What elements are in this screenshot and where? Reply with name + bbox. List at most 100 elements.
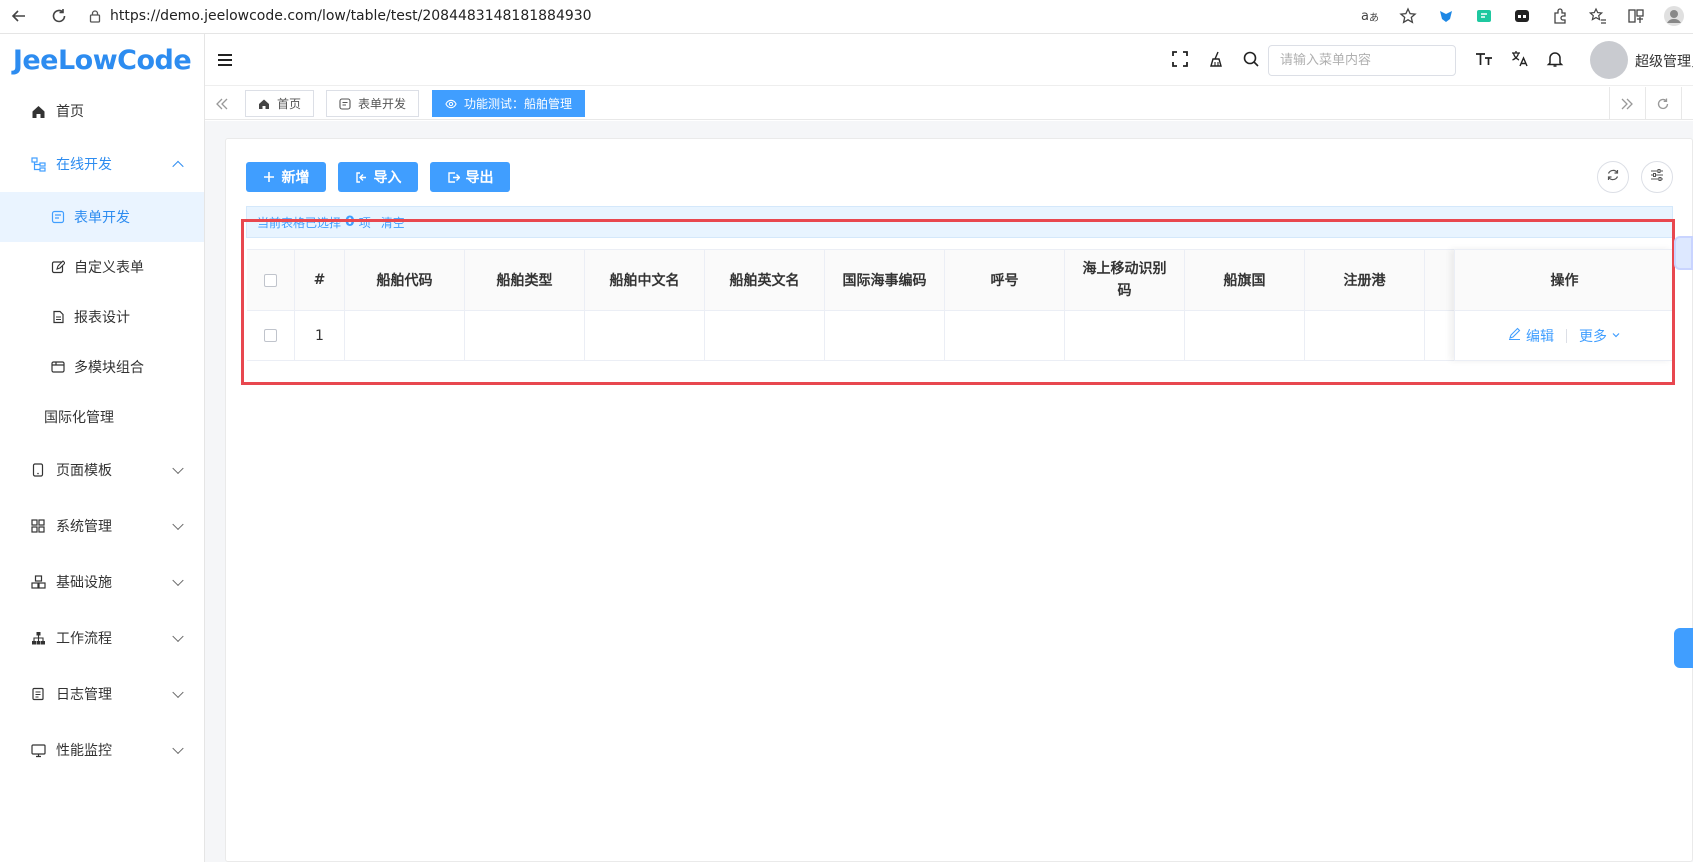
- column-header[interactable]: 船舶英文名: [705, 250, 825, 310]
- top-header: 超级管理员: [205, 34, 1693, 86]
- column-header[interactable]: 船舶类型: [465, 250, 585, 310]
- operations-cell: 编辑 更多: [1455, 311, 1674, 361]
- reload-icon[interactable]: [46, 3, 72, 29]
- sidebar-item-system[interactable]: 系统管理: [0, 498, 204, 554]
- read-aloud-icon[interactable]: aあ: [1358, 4, 1382, 28]
- chevron-up-icon: [172, 160, 184, 173]
- table-cell: [705, 311, 825, 360]
- refresh-button[interactable]: [1597, 161, 1629, 193]
- sidebar-item-online-dev[interactable]: 在线开发: [0, 136, 204, 192]
- column-header[interactable]: 呼号: [945, 250, 1065, 310]
- browser-toolbar: https://demo.jeelowcode.com/low/table/te…: [0, 0, 1693, 32]
- sidebar-item-performance[interactable]: 性能监控: [0, 722, 204, 778]
- column-header[interactable]: 船舶代码: [345, 250, 465, 310]
- profile-icon[interactable]: [1662, 4, 1686, 28]
- tab-home[interactable]: 首页: [245, 90, 315, 117]
- org-tree-icon: [30, 630, 46, 646]
- extension-dark-icon[interactable]: [1510, 4, 1534, 28]
- export-button[interactable]: 导出: [430, 162, 510, 192]
- sliders-icon: [1650, 168, 1664, 186]
- add-button[interactable]: 新增: [246, 162, 326, 192]
- address-bar[interactable]: https://demo.jeelowcode.com/low/table/te…: [78, 1, 1408, 30]
- row-select-cell: [247, 311, 295, 360]
- sidebar-item-page-template[interactable]: 页面模板: [0, 442, 204, 498]
- plus-icon: [263, 171, 276, 184]
- sidebar-item-label: 表单开发: [74, 210, 130, 226]
- extension-green-icon[interactable]: [1472, 4, 1496, 28]
- floating-helper-icon[interactable]: [1674, 236, 1693, 270]
- tab-ship-management[interactable]: 功能测试：船舶管理: [432, 90, 586, 117]
- edit-link[interactable]: 编辑: [1526, 326, 1554, 346]
- sidebar-item-workflow[interactable]: 工作流程: [0, 610, 204, 666]
- back-icon[interactable]: [6, 3, 32, 29]
- extensions-puzzle-icon[interactable]: [1548, 4, 1572, 28]
- column-header[interactable]: 船舶中文名: [585, 250, 705, 310]
- translate-icon[interactable]: [1509, 48, 1531, 70]
- chevron-down-icon: [172, 462, 184, 475]
- column-settings-button[interactable]: [1641, 161, 1673, 193]
- tab-label: 表单开发: [358, 97, 407, 111]
- menu-toggle-icon[interactable]: [215, 50, 235, 70]
- avatar[interactable]: [1590, 41, 1628, 79]
- sidebar-item-label: 报表设计: [74, 310, 130, 326]
- extension-bird-icon[interactable]: [1434, 4, 1458, 28]
- fullscreen-icon[interactable]: [1169, 48, 1191, 70]
- select-all-checkbox[interactable]: [264, 273, 277, 287]
- cubes-icon: [30, 574, 46, 590]
- table-cell: [465, 311, 585, 360]
- tab-label: 首页: [277, 97, 302, 111]
- edit-icon[interactable]: [1508, 327, 1521, 344]
- sidebar-item-logs[interactable]: 日志管理: [0, 666, 204, 722]
- menu-search-input[interactable]: [1268, 45, 1456, 76]
- column-header[interactable]: 国际海事编码: [825, 250, 945, 310]
- browser-extensions: aあ: [1351, 0, 1693, 32]
- column-header[interactable]: 注册港: [1305, 250, 1425, 310]
- chevron-down-icon: [172, 574, 184, 587]
- url-text: https://demo.jeelowcode.com/low/table/te…: [110, 7, 592, 24]
- import-label: 导入: [373, 170, 402, 186]
- floating-side-button[interactable]: [1674, 628, 1693, 668]
- sidebar-subitem-custom-form[interactable]: 自定义表单: [0, 242, 204, 292]
- search-icon[interactable]: [1240, 48, 1262, 70]
- export-icon: [447, 171, 460, 184]
- username[interactable]: 超级管理员: [1635, 51, 1693, 71]
- clear-selection-link[interactable]: 清空: [381, 214, 405, 231]
- sidebar-item-i18n[interactable]: 国际化管理: [0, 392, 204, 442]
- tabs-scroll-right-icon[interactable]: [1609, 87, 1643, 120]
- sidebar-subitem-form-dev[interactable]: 表单开发: [0, 192, 204, 242]
- favorites-icon[interactable]: [1586, 4, 1610, 28]
- collections-icon[interactable]: [1624, 4, 1648, 28]
- tablet-icon: [30, 462, 46, 478]
- favorite-star-icon[interactable]: [1396, 4, 1420, 28]
- monitor-icon: [30, 742, 46, 758]
- sidebar-item-infrastructure[interactable]: 基础设施: [0, 554, 204, 610]
- table-cell: [1065, 311, 1185, 360]
- row-index: 1: [295, 311, 345, 360]
- more-dropdown[interactable]: 更多: [1579, 326, 1607, 346]
- tab-refresh-icon[interactable]: [1645, 87, 1679, 120]
- tab-settings-icon[interactable]: [1681, 87, 1693, 120]
- tabs-scroll-left-icon[interactable]: [205, 87, 239, 120]
- clear-cache-broom-icon[interactable]: [1206, 48, 1228, 70]
- column-header[interactable]: 船旗国: [1185, 250, 1305, 310]
- sidebar-item-label: 自定义表单: [74, 260, 144, 276]
- bell-icon[interactable]: [1544, 48, 1566, 70]
- row-checkbox[interactable]: [264, 329, 277, 342]
- tab-form-dev[interactable]: 表单开发: [326, 90, 420, 117]
- sidebar-subitem-report-design[interactable]: 报表设计: [0, 292, 204, 342]
- log-icon: [30, 686, 46, 702]
- form-icon: [50, 209, 66, 225]
- chevron-down-icon[interactable]: [1611, 328, 1621, 344]
- sidebar-item-label: 在线开发: [56, 157, 112, 173]
- import-button[interactable]: 导入: [338, 162, 418, 192]
- form-icon: [339, 97, 351, 110]
- app-logo[interactable]: JeeLowCode: [0, 34, 204, 86]
- sidebar-item-label: 首页: [56, 104, 84, 120]
- sidebar-item-home[interactable]: 首页: [0, 86, 204, 136]
- column-header[interactable]: 海上移动识别码: [1065, 250, 1185, 310]
- chevron-down-icon: [172, 518, 184, 531]
- sidebar-item-label: 多模块组合: [74, 360, 144, 376]
- sidebar-subitem-multi-module[interactable]: 多模块组合: [0, 342, 204, 392]
- tabs-bar: 首页 表单开发 功能测试：船舶管理: [205, 87, 1693, 120]
- font-size-icon[interactable]: [1473, 48, 1495, 70]
